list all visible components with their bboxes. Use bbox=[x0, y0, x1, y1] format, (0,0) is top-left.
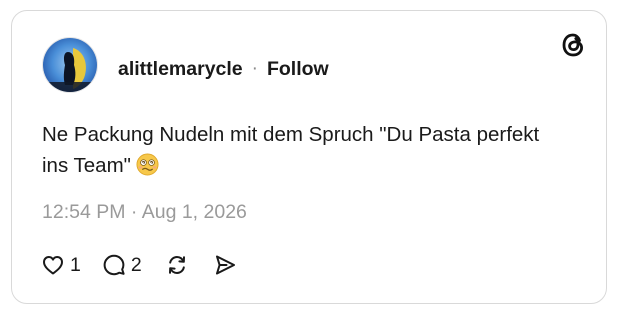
post-header: alittlemarycle · Follow bbox=[118, 56, 329, 82]
repost-button[interactable] bbox=[164, 252, 190, 278]
username-link[interactable]: alittlemarycle bbox=[118, 58, 243, 81]
separator-dot: · bbox=[251, 58, 258, 79]
follow-button[interactable]: Follow bbox=[267, 58, 329, 81]
avatar-image bbox=[43, 38, 97, 92]
share-button[interactable] bbox=[212, 252, 238, 278]
repost-icon bbox=[164, 252, 190, 278]
threads-post-card: alittlemarycle · Follow Ne Packung Nudel… bbox=[11, 10, 607, 304]
avatar[interactable] bbox=[42, 37, 98, 93]
post-timestamp[interactable]: 12:54 PM · Aug 1, 2026 bbox=[42, 201, 247, 224]
threads-logo-icon[interactable] bbox=[558, 30, 588, 60]
like-button[interactable]: 1 bbox=[40, 252, 81, 278]
send-icon bbox=[212, 252, 238, 278]
speech-bubble-icon bbox=[101, 252, 127, 278]
woozy-face-emoji-icon bbox=[136, 153, 159, 176]
post-text: Ne Packung Nudeln mit dem Spruch "Du Pas… bbox=[42, 123, 540, 177]
action-bar: 1 2 bbox=[40, 250, 238, 280]
heart-icon bbox=[40, 252, 66, 278]
like-count: 1 bbox=[70, 253, 81, 276]
reply-count: 2 bbox=[130, 253, 142, 276]
reply-button[interactable]: 2 bbox=[101, 252, 142, 278]
post-body: Ne Packung Nudeln mit dem Spruch "Du Pas… bbox=[42, 119, 562, 181]
